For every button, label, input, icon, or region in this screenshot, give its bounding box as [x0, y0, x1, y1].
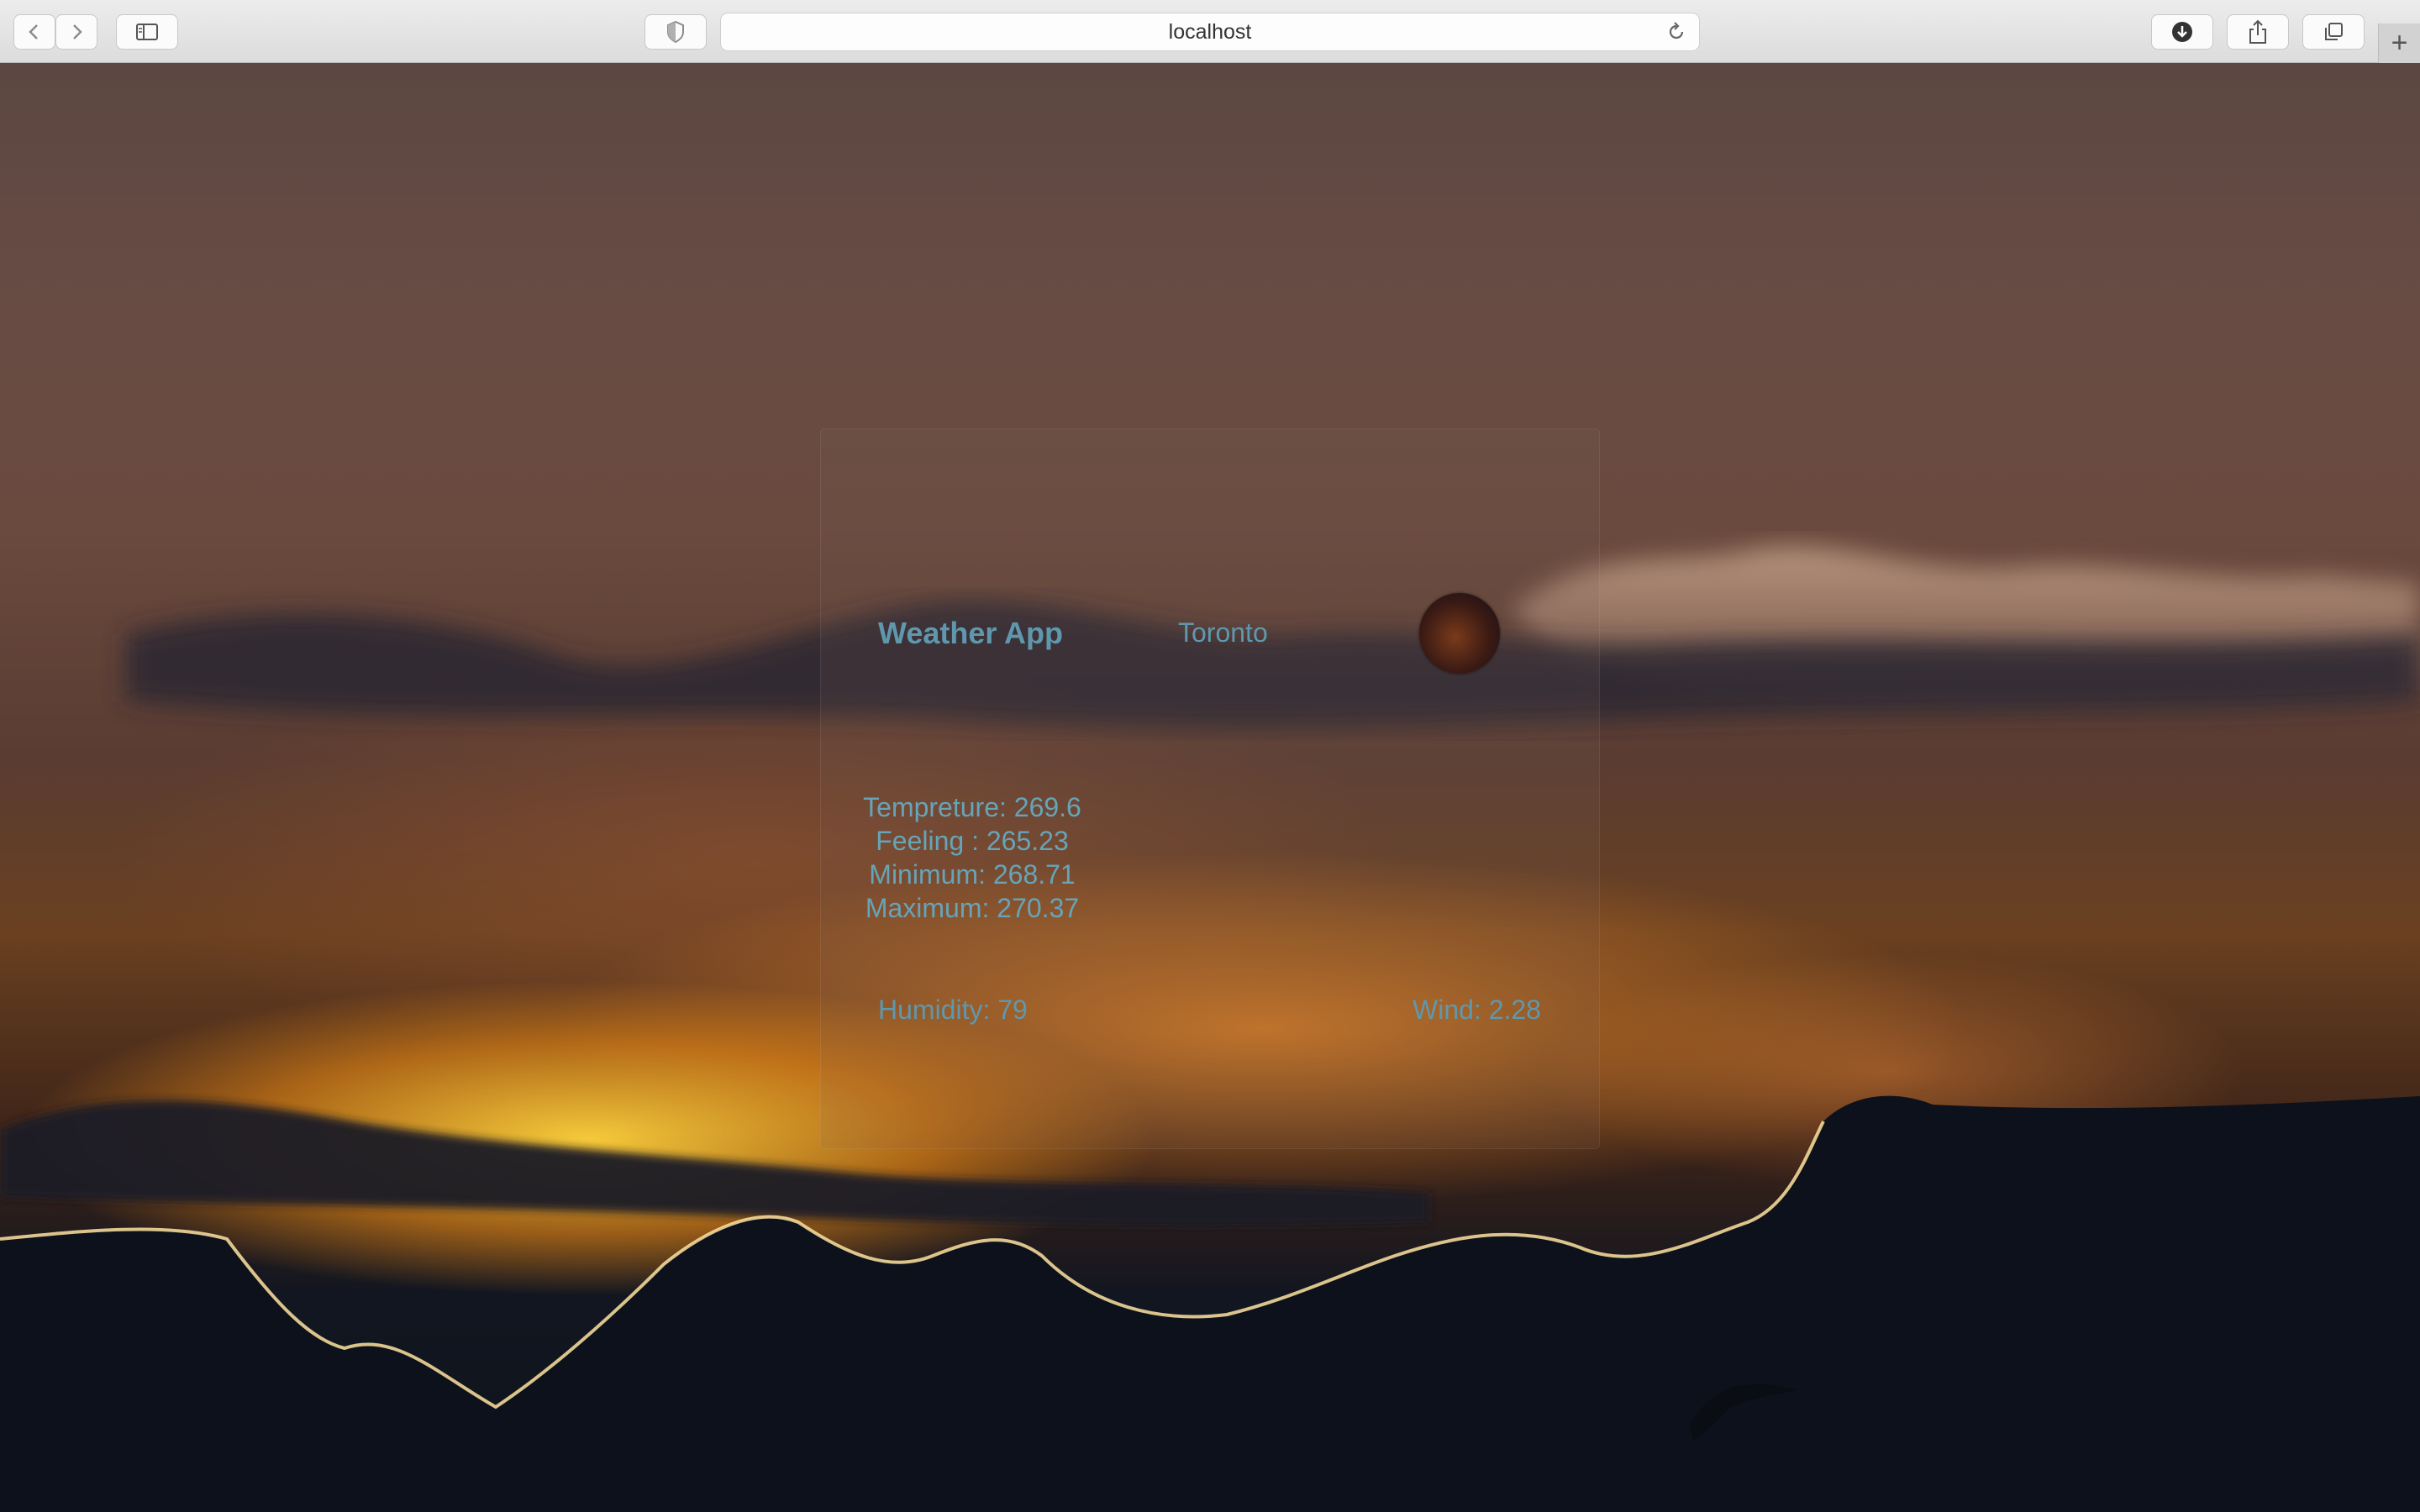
weather-card: Weather App Toronto Tempreture: 269.6 Fe… [820, 428, 1600, 1149]
share-icon [2249, 19, 2266, 44]
tab-overview-icon [2325, 23, 2343, 40]
temperature-value: Tempreture: 269.6 [863, 792, 1081, 822]
browser-toolbar: localhost + [0, 0, 2420, 63]
download-icon [2172, 22, 2192, 42]
sidebar-icon [136, 24, 158, 40]
temperature-stats: Tempreture: 269.6 Feeling : 265.23 Minim… [846, 790, 1098, 925]
weather-icon [1419, 593, 1500, 674]
humidity-value: Humidity: 79 [878, 995, 1028, 1025]
new-tab-button[interactable]: + [2378, 24, 2420, 63]
chevron-right-icon [73, 24, 82, 39]
downloads-button[interactable] [2151, 14, 2213, 50]
back-button[interactable] [13, 14, 55, 50]
maximum-value: Maximum: 270.37 [865, 893, 1080, 923]
city-name: Toronto [1178, 617, 1268, 648]
forward-button[interactable] [55, 14, 97, 50]
tab-overview-button[interactable] [2302, 14, 2365, 50]
share-button[interactable] [2227, 14, 2289, 50]
chevron-left-icon [29, 24, 38, 39]
address-bar[interactable]: localhost [720, 13, 1700, 51]
minimum-value: Minimum: 268.71 [869, 859, 1076, 890]
privacy-report-button[interactable] [644, 14, 707, 50]
reload-icon [1669, 22, 1684, 39]
feeling-value: Feeling : 265.23 [876, 826, 1069, 856]
app-title: Weather App [878, 616, 1064, 650]
page-viewport: Weather App Toronto Tempreture: 269.6 Fe… [0, 63, 2420, 1512]
url-text: localhost [1168, 19, 1252, 44]
shield-icon [667, 20, 684, 44]
sidebar-button[interactable] [116, 14, 178, 50]
reload-button[interactable] [1665, 21, 1687, 47]
wind-value: Wind: 2.28 [1413, 995, 1541, 1025]
